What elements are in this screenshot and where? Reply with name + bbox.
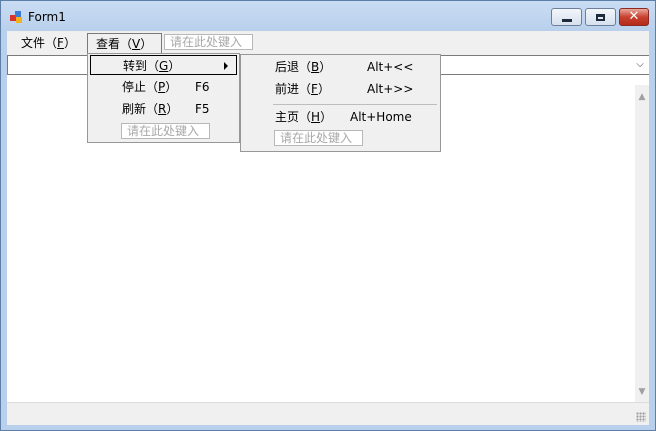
menu-view-open-paren: （	[120, 37, 133, 51]
home-shortcut: Alt+Home	[350, 110, 412, 124]
home-open-paren: （	[299, 110, 312, 124]
back-text: 后退	[275, 60, 300, 74]
forward-open-paren: （	[299, 82, 312, 96]
scroll-up-icon[interactable]: ▲	[635, 91, 649, 103]
maximize-icon	[596, 13, 605, 21]
menu-item-goto[interactable]: 转到（G）	[90, 55, 237, 75]
goto-close-paren: ）	[168, 59, 181, 73]
close-button[interactable]: ✕	[619, 8, 649, 26]
goto-access-key: G	[159, 59, 169, 73]
vertical-scrollbar[interactable]: ▲ ▼	[635, 85, 649, 402]
forward-access-key: F	[311, 82, 318, 96]
refresh-open-paren: （	[146, 102, 159, 116]
stop-text: 停止	[122, 80, 147, 94]
back-shortcut: Alt+<<	[367, 60, 414, 74]
menu-file-open-paren: （	[45, 36, 58, 50]
menu-item-refresh-label: 刷新（R）	[122, 99, 178, 119]
window-title: Form1	[28, 10, 66, 24]
submenu-arrow-icon	[224, 62, 228, 70]
menu-item-goto-label: 转到（G）	[123, 56, 180, 76]
menu-item-stop-label: 停止（P）	[122, 77, 177, 97]
menu-file-close-paren: ）	[63, 36, 76, 50]
maximize-button[interactable]	[585, 8, 616, 26]
stop-close-paren: ）	[165, 80, 178, 94]
back-open-paren: （	[299, 60, 312, 74]
goto-text: 转到	[123, 59, 148, 73]
client-area: 文件（F） 查看（V） 请在此处键入 ⌵ ▲ ▼ 转到（G） 停止（P） F6 …	[7, 31, 649, 425]
refresh-close-paren: ）	[166, 102, 179, 116]
forward-close-paren: ）	[317, 82, 330, 96]
menu-item-forward-label: 前进（F）	[275, 79, 330, 99]
menu-view-close-paren: ）	[140, 37, 153, 51]
status-bar	[7, 402, 649, 425]
back-close-paren: ）	[319, 60, 332, 74]
menu-bar: 文件（F） 查看（V） 请在此处键入	[7, 31, 649, 55]
menu-item-forward[interactable]: 前进（F） Alt+>>	[243, 79, 438, 99]
home-access-key: H	[311, 110, 321, 124]
view-menu-type-here-box[interactable]: 请在此处键入	[121, 123, 210, 139]
goto-open-paren: （	[147, 59, 160, 73]
goto-submenu: 后退（B） Alt+<< 前进（F） Alt+>> 主页（H） Alt+Home…	[240, 54, 441, 152]
menu-item-stop[interactable]: 停止（P） F6	[90, 77, 237, 97]
minimize-icon	[561, 18, 572, 22]
menu-item-back-label: 后退（B）	[275, 57, 331, 77]
forward-shortcut: Alt+>>	[367, 82, 414, 96]
home-close-paren: ）	[320, 110, 333, 124]
menu-item-home[interactable]: 主页（H） Alt+Home	[243, 107, 438, 127]
forward-text: 前进	[275, 82, 300, 96]
view-dropdown-menu: 转到（G） 停止（P） F6 刷新（R） F5 请在此处键入	[87, 53, 240, 143]
menu-item-refresh[interactable]: 刷新（R） F5	[90, 99, 237, 119]
chevron-down-icon[interactable]: ⌵	[633, 57, 647, 73]
scroll-down-icon[interactable]: ▼	[635, 386, 649, 398]
goto-menu-type-here-box[interactable]: 请在此处键入	[274, 130, 363, 146]
menu-file[interactable]: 文件（F）	[13, 33, 84, 53]
menu-file-access-key: F	[57, 36, 64, 50]
form1-window: Form1 ✕ 文件（F） 查看（V） 请在此处键入 ⌵ ▲ ▼ 转到（G） 停…	[0, 0, 656, 431]
stop-open-paren: （	[146, 80, 159, 94]
menu-view-label: 查看	[96, 37, 121, 51]
menubar-type-here-box[interactable]: 请在此处键入	[164, 34, 253, 50]
title-bar[interactable]: Form1 ✕	[1, 1, 655, 31]
home-text: 主页	[275, 110, 300, 124]
minimize-button[interactable]	[551, 8, 582, 26]
size-grip-icon[interactable]	[636, 412, 646, 422]
refresh-text: 刷新	[122, 102, 147, 116]
close-icon: ✕	[628, 9, 640, 24]
stop-shortcut: F6	[195, 80, 210, 94]
refresh-shortcut: F5	[195, 102, 210, 116]
menu-item-home-label: 主页（H）	[275, 107, 332, 127]
menu-file-label: 文件	[21, 36, 46, 50]
app-icon	[10, 11, 22, 23]
menu-separator	[273, 104, 437, 105]
menu-item-back[interactable]: 后退（B） Alt+<<	[243, 57, 438, 77]
menu-view[interactable]: 查看（V）	[87, 33, 162, 55]
